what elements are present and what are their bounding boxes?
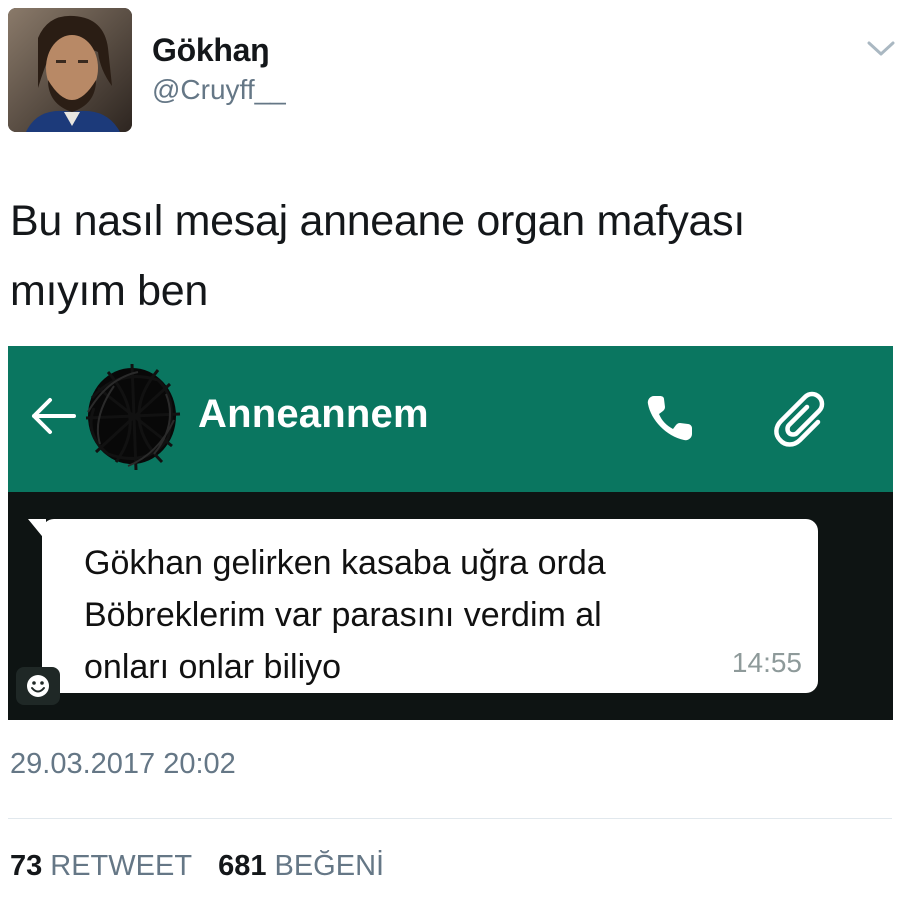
chevron-down-icon[interactable] bbox=[866, 38, 896, 60]
phone-icon bbox=[642, 390, 698, 446]
message-text: Gökhan gelirken kasaba uğra orda Böbrekl… bbox=[84, 537, 784, 693]
embedded-chat-screenshot[interactable]: Anneannem Gökhan gelirken kasaba uğra or… bbox=[8, 346, 893, 720]
user-display-name[interactable]: Gökhaŋ bbox=[152, 32, 270, 69]
tweet-text-line: Bu nasıl mesaj anneane organ mafyası bbox=[10, 197, 745, 245]
tweet-timestamp[interactable]: 29.03.2017 20:02 bbox=[10, 748, 236, 781]
scribbled-out-avatar bbox=[78, 358, 188, 474]
smiley-icon bbox=[16, 667, 60, 705]
chat-header: Anneannem bbox=[8, 346, 893, 492]
retweet-count: 73 bbox=[10, 850, 43, 882]
message-time: 14:55 bbox=[731, 647, 802, 678]
like-count: 681 bbox=[218, 850, 267, 882]
retweet-label: RETWEET bbox=[50, 850, 193, 882]
profile-photo-image bbox=[8, 8, 132, 132]
tweet-stats: 73 RETWEET 681 BEĞENİ bbox=[10, 850, 402, 883]
message-line: Gökhan gelirken kasaba uğra orda bbox=[84, 544, 606, 582]
divider bbox=[8, 818, 892, 819]
chat-body: Gökhan gelirken kasaba uğra orda Böbrekl… bbox=[8, 492, 893, 720]
tweet-text-line: mıyım ben bbox=[10, 267, 209, 315]
retweet-count-link[interactable]: 73 RETWEET bbox=[10, 850, 192, 883]
user-handle[interactable]: @Cruyff__ bbox=[152, 74, 286, 106]
message-line: onları onlar biliyo bbox=[84, 648, 342, 686]
tweet-card: Gökhaŋ @Cruyff__ Bu nasıl mesaj anneane … bbox=[0, 0, 900, 900]
paperclip-icon bbox=[768, 388, 828, 448]
avatar[interactable] bbox=[8, 8, 132, 132]
like-count-link[interactable]: 681 BEĞENİ bbox=[218, 850, 384, 883]
message-line: Böbreklerim var parasını verdim al bbox=[84, 596, 602, 634]
message-bubble: Gökhan gelirken kasaba uğra orda Böbrekl… bbox=[42, 519, 818, 693]
like-label: BEĞENİ bbox=[274, 850, 385, 882]
chat-contact-name: Anneannem bbox=[198, 392, 429, 436]
arrow-left-icon bbox=[28, 394, 78, 438]
tweet-text: Bu nasıl mesaj anneane organ mafyası mıy… bbox=[10, 186, 870, 326]
